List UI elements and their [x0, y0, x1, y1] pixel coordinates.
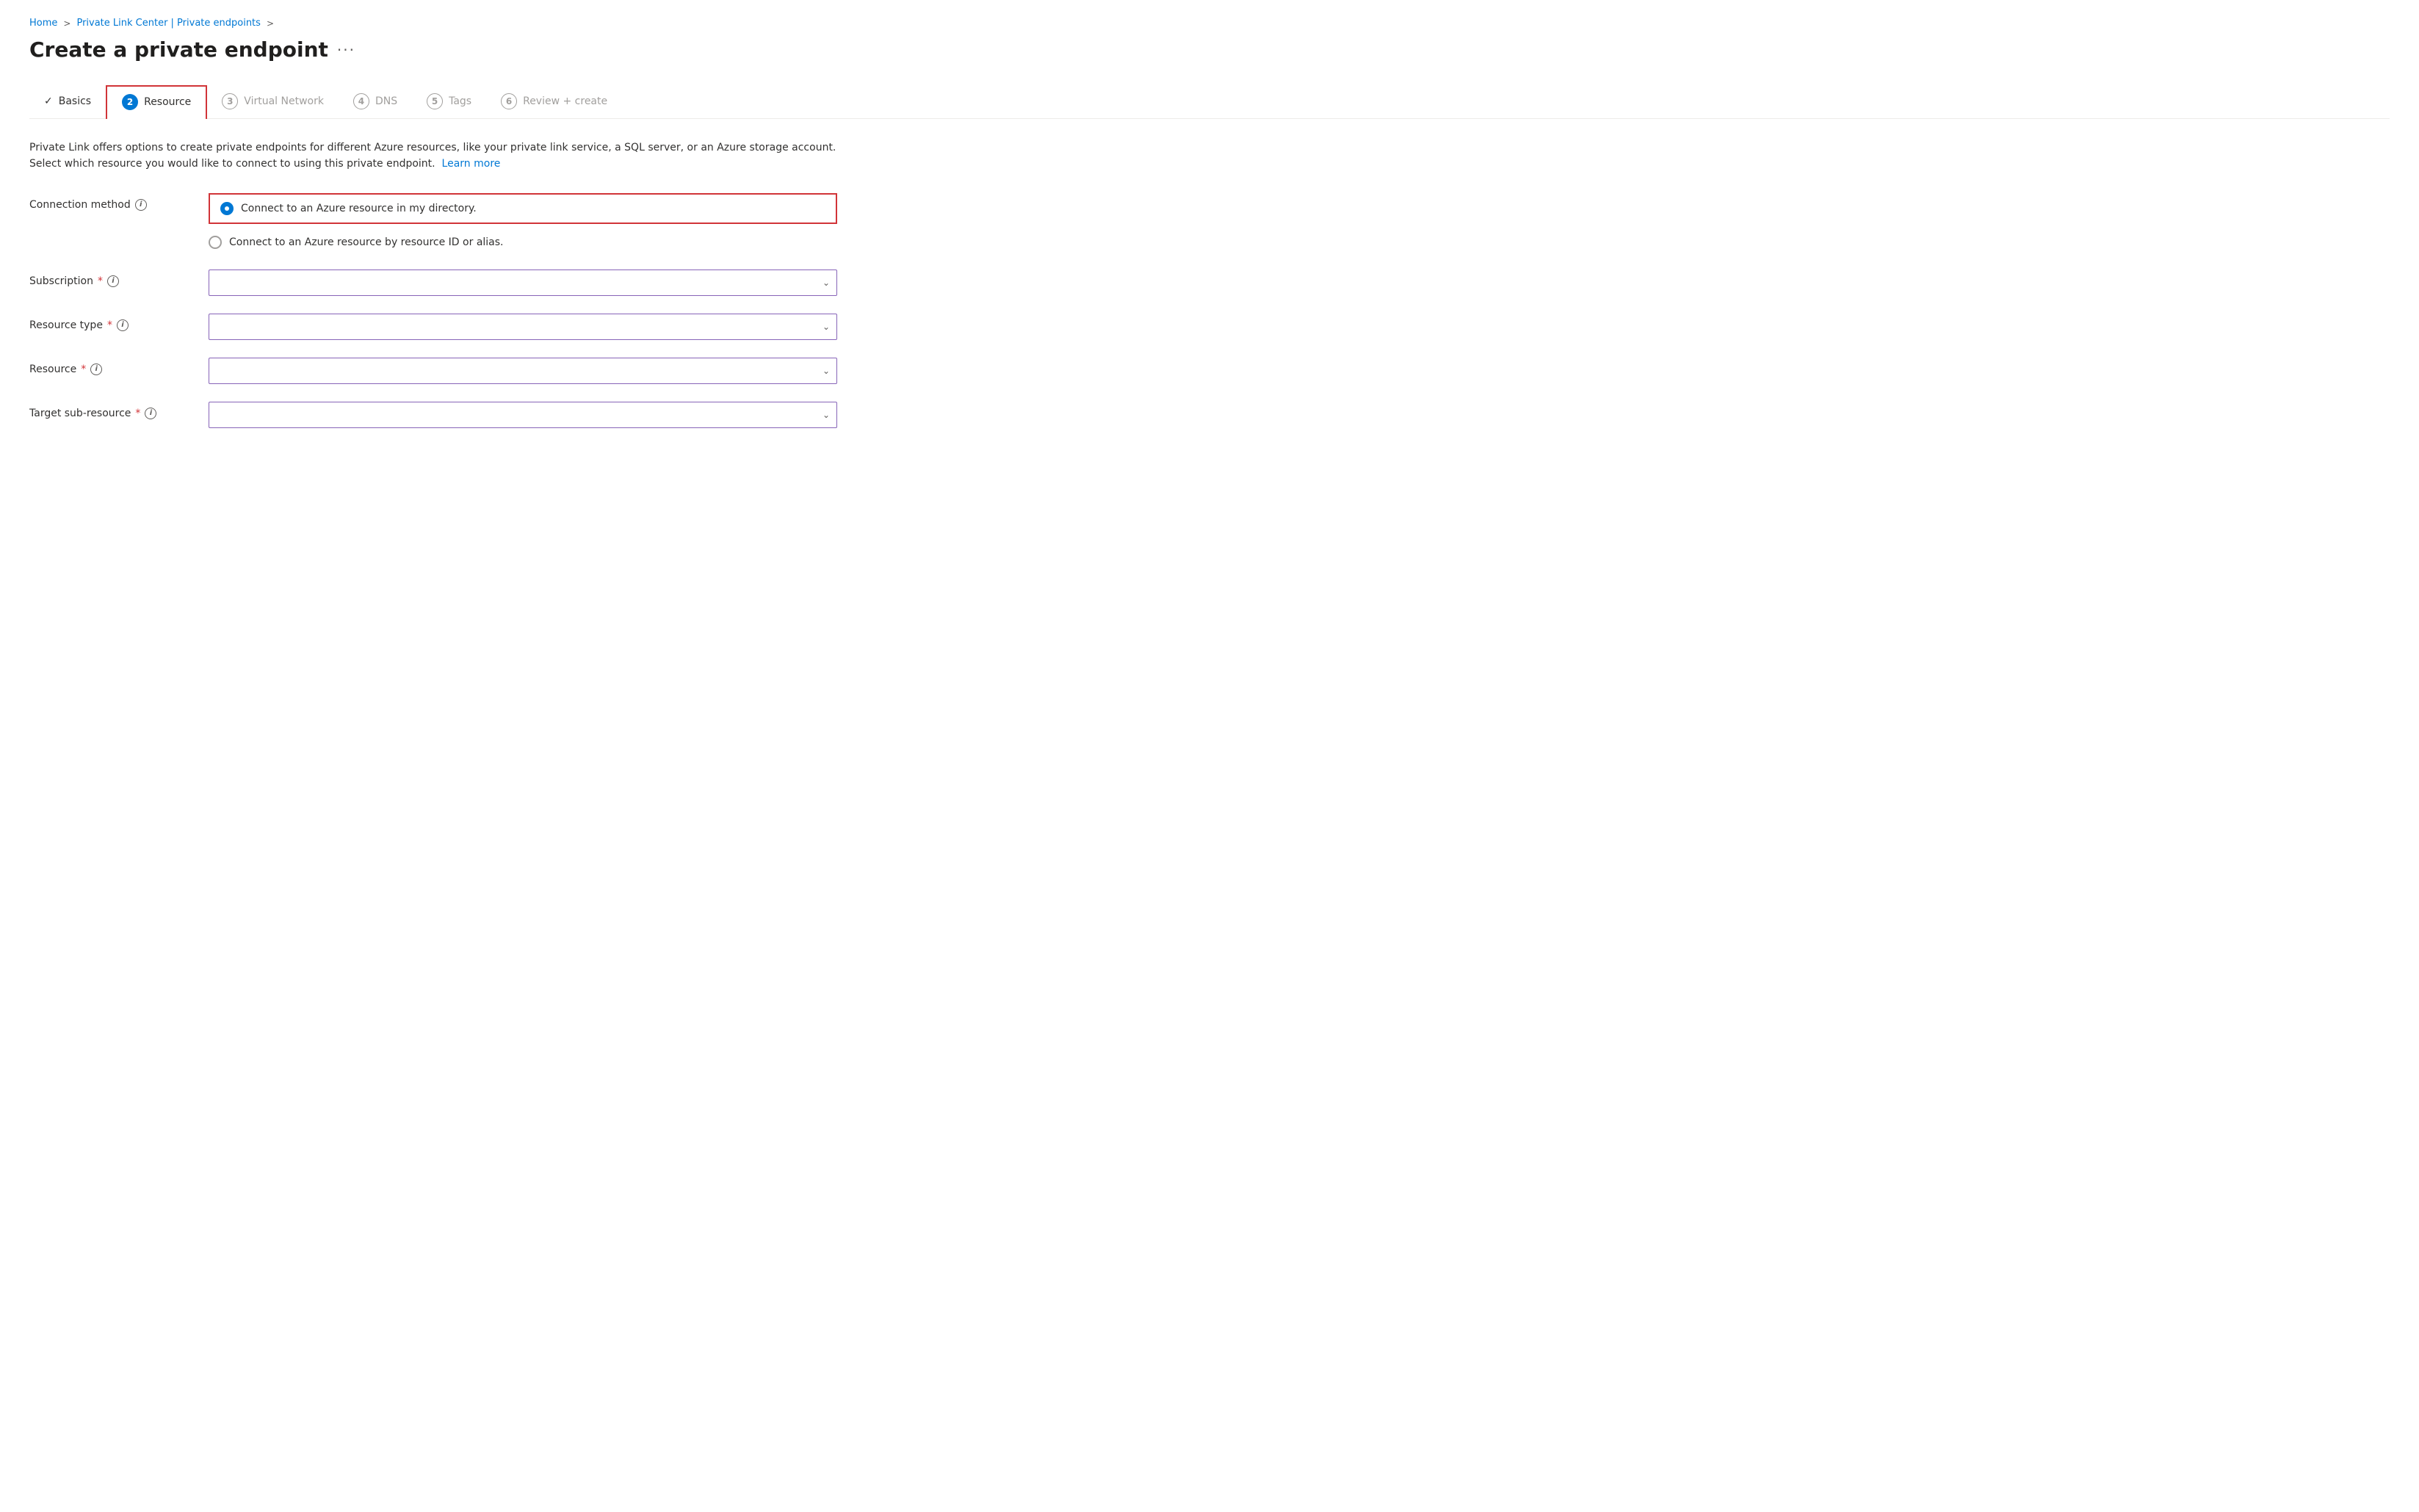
target-sub-resource-info-icon[interactable]: i: [145, 408, 156, 419]
breadcrumb-home[interactable]: Home: [29, 18, 57, 29]
breadcrumb-sep-2: >: [267, 18, 274, 29]
breadcrumb-private-link[interactable]: Private Link Center | Private endpoints: [76, 18, 260, 29]
resource-input-area: ⌄: [209, 358, 837, 384]
resource-label: Resource * i: [29, 358, 191, 375]
subscription-row: Subscription * i ⌄: [29, 270, 837, 296]
tab-resource-label: Resource: [144, 96, 191, 108]
connection-method-info-icon[interactable]: i: [135, 199, 147, 211]
tab-tags-label: Tags: [449, 95, 471, 107]
resource-type-info-icon[interactable]: i: [117, 319, 129, 331]
tab-virtual-network-number: 3: [222, 93, 238, 109]
tab-review-label: Review + create: [523, 95, 607, 107]
page-title: Create a private endpoint: [29, 37, 328, 62]
tab-basics-label: Basics: [59, 95, 91, 107]
tab-virtual-network-label: Virtual Network: [244, 95, 324, 107]
target-sub-resource-required: *: [135, 408, 140, 419]
resource-row: Resource * i ⌄: [29, 358, 837, 384]
subscription-select[interactable]: [209, 270, 837, 296]
resource-info-icon[interactable]: i: [90, 363, 102, 375]
tab-basics[interactable]: ✓ Basics: [29, 88, 106, 116]
radio-1: [220, 202, 234, 215]
resource-required: *: [81, 363, 86, 375]
target-sub-resource-row: Target sub-resource * i ⌄: [29, 402, 837, 428]
target-sub-resource-label: Target sub-resource * i: [29, 402, 191, 419]
connection-method-option-1[interactable]: Connect to an Azure resource in my direc…: [209, 193, 837, 224]
breadcrumb-sep-1: >: [63, 18, 70, 29]
connection-method-row: Connection method i Connect to an Azure …: [29, 193, 837, 252]
resource-type-row: Resource type * i ⌄: [29, 314, 837, 340]
resource-type-required: *: [107, 319, 112, 331]
subscription-required: *: [98, 275, 103, 287]
tab-dns-label: DNS: [375, 95, 397, 107]
resource-type-select[interactable]: [209, 314, 837, 340]
tab-dns-number: 4: [353, 93, 369, 109]
tab-dns[interactable]: 4 DNS: [339, 86, 412, 118]
radio-2: [209, 236, 222, 249]
tab-review-create[interactable]: 6 Review + create: [486, 86, 622, 118]
breadcrumb: Home > Private Link Center | Private end…: [29, 18, 2390, 29]
target-sub-resource-select[interactable]: [209, 402, 837, 428]
resource-type-label: Resource type * i: [29, 314, 191, 331]
description-text: Private Link offers options to create pr…: [29, 140, 837, 173]
subscription-info-icon[interactable]: i: [107, 275, 119, 287]
tab-review-number: 6: [501, 93, 517, 109]
form-section: Connection method i Connect to an Azure …: [29, 193, 837, 428]
connection-method-option-2[interactable]: Connect to an Azure resource by resource…: [209, 233, 837, 252]
resource-select[interactable]: [209, 358, 837, 384]
page-menu-icon[interactable]: ···: [337, 41, 355, 59]
connection-method-label: Connection method i: [29, 193, 191, 211]
tab-basics-check: ✓: [44, 95, 53, 107]
wizard-tabs: ✓ Basics 2 Resource 3 Virtual Network 4 …: [29, 85, 2390, 119]
learn-more-link[interactable]: Learn more: [442, 158, 501, 170]
tab-virtual-network[interactable]: 3 Virtual Network: [207, 86, 339, 118]
subscription-label: Subscription * i: [29, 270, 191, 287]
tab-resource-number: 2: [122, 94, 138, 110]
connection-method-options: Connect to an Azure resource in my direc…: [209, 193, 837, 252]
tab-tags[interactable]: 5 Tags: [412, 86, 486, 118]
radio-label-2: Connect to an Azure resource by resource…: [229, 236, 504, 248]
tab-tags-number: 5: [427, 93, 443, 109]
subscription-input-area: ⌄: [209, 270, 837, 296]
radio-label-1: Connect to an Azure resource in my direc…: [241, 203, 477, 214]
tab-resource[interactable]: 2 Resource: [106, 85, 207, 119]
resource-type-input-area: ⌄: [209, 314, 837, 340]
target-sub-resource-input-area: ⌄: [209, 402, 837, 428]
